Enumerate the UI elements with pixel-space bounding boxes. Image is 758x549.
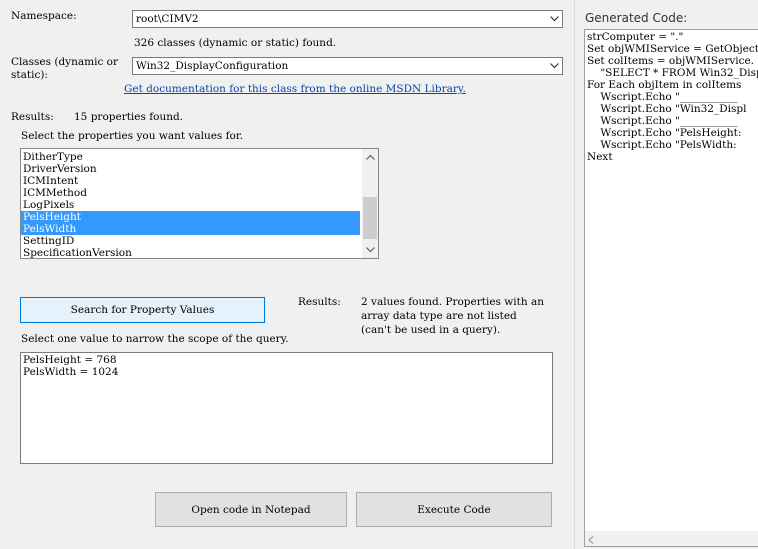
classes-value: Win32_DisplayConfiguration (136, 60, 289, 72)
code-line: Wscript.Echo "___________ (587, 91, 738, 103)
properties-list: DitherType DriverVersion ICMIntent ICMMe… (21, 151, 360, 258)
generated-code-title: Generated Code: (585, 11, 688, 25)
classes-combobox[interactable]: Win32_DisplayConfiguration (132, 57, 563, 75)
list-item[interactable]: SpecificationVersion (21, 247, 360, 258)
chevron-up-icon[interactable] (362, 149, 378, 165)
execute-code-label: Execute Code (417, 503, 491, 516)
property-values-box[interactable]: PelsHeight = 768 PelsWidth = 1024 (20, 352, 553, 464)
namespace-label: Namespace: (11, 10, 77, 22)
results2-line3: (can't be used in a query). (361, 324, 501, 336)
namespace-combobox[interactable]: root\CIMV2 (132, 10, 563, 28)
results-label: Results: (11, 111, 54, 123)
code-horizontal-scrollbar[interactable] (585, 531, 758, 546)
code-line: For Each objItem in colItems (587, 79, 742, 91)
list-item[interactable]: ICMMethod (21, 187, 360, 199)
list-item[interactable]: DriverVersion (21, 163, 360, 175)
chevron-down-icon[interactable] (546, 58, 562, 74)
search-button-label: Search for Property Values (70, 304, 215, 316)
list-item[interactable]: PelsHeight (21, 211, 360, 223)
generated-code-box[interactable]: strComputer = "." Set objWMIService = Ge… (584, 29, 758, 547)
msdn-documentation-link[interactable]: Get documentation for this class from th… (124, 83, 466, 96)
code-line: Set colItems = objWMIService. (587, 55, 755, 67)
open-in-notepad-button[interactable]: Open code in Notepad (155, 492, 347, 527)
chevron-down-icon[interactable] (546, 11, 562, 27)
select-properties-label: Select the properties you want values fo… (21, 130, 244, 142)
list-item[interactable]: LogPixels (21, 199, 360, 211)
list-item[interactable]: PelsWidth (21, 223, 360, 235)
pane-divider (574, 0, 575, 549)
code-line: strComputer = "." (587, 31, 684, 43)
open-notepad-label: Open code in Notepad (191, 503, 311, 516)
classes-label-line1: Classes (dynamic or (11, 56, 119, 68)
list-item[interactable]: ICMIntent (21, 175, 360, 187)
code-line: Wscript.Echo "Win32_Displ (587, 103, 747, 115)
classes-count-text: 326 classes (dynamic or static) found. (134, 37, 337, 49)
code-line: Wscript.Echo "PelsHeight: (587, 127, 742, 139)
namespace-value: root\CIMV2 (136, 13, 199, 25)
code-line: Wscript.Echo "___________ (587, 115, 738, 127)
narrow-scope-label: Select one value to narrow the scope of … (21, 333, 289, 345)
chevron-left-icon[interactable] (588, 535, 594, 546)
value-line[interactable]: PelsWidth = 1024 (23, 366, 550, 378)
value-line[interactable]: PelsHeight = 768 (23, 354, 550, 366)
execute-code-button[interactable]: Execute Code (356, 492, 552, 527)
results2-line2: array data type are not listed (361, 310, 517, 322)
results2-label: Results: (298, 296, 341, 308)
code-line: Wscript.Echo "PelsWidth: (587, 139, 740, 151)
results2-line1: 2 values found. Properties with an (361, 296, 544, 308)
chevron-down-icon[interactable] (362, 242, 378, 258)
code-line: Set objWMIService = GetObject( (587, 43, 758, 55)
classes-label-line2: static): (11, 69, 48, 81)
properties-scrollbar[interactable] (362, 149, 378, 258)
code-lines: strComputer = "." Set objWMIService = Ge… (586, 31, 758, 163)
properties-listbox[interactable]: DitherType DriverVersion ICMIntent ICMMe… (20, 148, 379, 259)
list-item[interactable]: SettingID (21, 235, 360, 247)
code-line: Next (587, 151, 613, 163)
results-text: 15 properties found. (74, 111, 184, 123)
code-line: "SELECT * FROM Win32_Disp (587, 67, 758, 79)
list-item[interactable]: DitherType (21, 151, 360, 163)
search-property-values-button[interactable]: Search for Property Values (20, 297, 265, 323)
scrollbar-thumb[interactable] (363, 197, 377, 239)
